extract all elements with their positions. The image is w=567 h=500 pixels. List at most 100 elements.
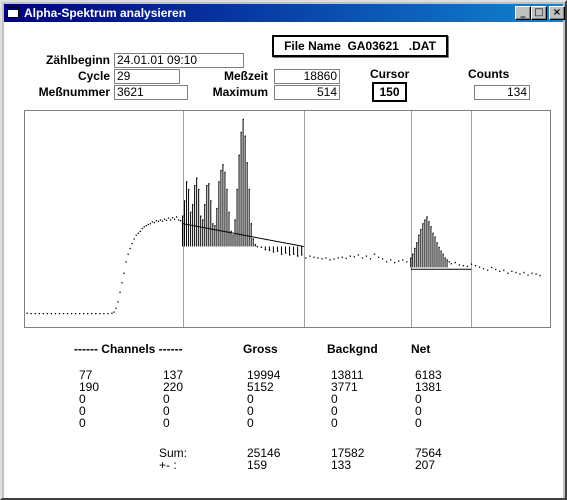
data-point-172 — [535, 273, 537, 275]
data-point-147 — [442, 253, 444, 255]
data-point-123 — [377, 256, 380, 258]
data-point-18 — [99, 312, 101, 315]
maximize-button[interactable]: □ — [531, 6, 547, 20]
messnummer-field: 3621 — [114, 85, 188, 100]
app-window: Alpha-Spektrum analysieren _ □ × File Na… — [0, 0, 567, 500]
error-net: 207 — [415, 458, 436, 472]
data-point-173 — [539, 274, 541, 277]
data-point-131 — [410, 257, 412, 259]
data-point-130 — [406, 261, 408, 263]
data-point-106 — [309, 255, 311, 257]
data-point-157 — [474, 265, 477, 267]
data-point-20 — [107, 312, 109, 315]
maximum-field: 514 — [274, 85, 340, 100]
close-button[interactable]: × — [549, 6, 565, 20]
data-point-124 — [381, 258, 384, 260]
data-point-48 — [165, 219, 168, 221]
data-point-90 — [250, 223, 252, 225]
data-point-133 — [414, 247, 416, 250]
data-point-67 — [204, 204, 206, 206]
counts-label: Counts — [468, 67, 510, 81]
data-point-70 — [210, 200, 212, 202]
data-point-142 — [432, 232, 434, 234]
data-point-135 — [418, 234, 420, 236]
data-point-65 — [200, 215, 202, 217]
data-point-47 — [163, 218, 166, 220]
data-point-145 — [438, 246, 440, 249]
cursor-field[interactable]: 150 — [372, 82, 407, 102]
data-point-69 — [208, 183, 210, 185]
data-point-28 — [125, 261, 127, 263]
data-point-101 — [289, 254, 291, 256]
data-point-29 — [127, 253, 129, 255]
data-point-1 — [30, 312, 32, 315]
data-point-41 — [151, 221, 154, 223]
data-point-156 — [470, 263, 473, 265]
data-point-122 — [373, 253, 376, 255]
data-point-53 — [175, 216, 178, 218]
data-point-37 — [143, 226, 145, 228]
data-point-25 — [119, 291, 121, 293]
data-point-99 — [280, 253, 283, 255]
data-point-109 — [321, 258, 323, 260]
data-point-158 — [478, 266, 481, 268]
spectrum-chart[interactable] — [25, 111, 550, 327]
data-point-88 — [246, 162, 248, 164]
data-point-78 — [226, 188, 228, 191]
data-point-62 — [194, 185, 196, 187]
data-point-15 — [87, 312, 89, 315]
data-point-116 — [349, 255, 351, 257]
data-point-61 — [192, 204, 194, 206]
data-point-134 — [416, 242, 418, 244]
client-area: File Name GA03621 .DAT Zählbeginn 24.01.… — [4, 22, 563, 498]
data-point-140 — [428, 221, 430, 223]
data-point-35 — [139, 230, 141, 233]
minimize-button[interactable]: _ — [515, 6, 531, 20]
filename-value: GA03621 .DAT — [347, 39, 436, 53]
data-point-64 — [198, 188, 200, 191]
data-point-82 — [234, 219, 236, 221]
data-point-22 — [113, 311, 115, 313]
data-point-153 — [458, 264, 460, 266]
header-net: Net — [411, 342, 431, 356]
spectrum-plot[interactable] — [24, 110, 551, 328]
window-title: Alpha-Spektrum analysieren — [24, 6, 187, 20]
data-point-128 — [398, 260, 400, 262]
data-point-77 — [224, 171, 226, 174]
data-point-97 — [272, 251, 275, 253]
data-point-171 — [531, 272, 533, 274]
data-point-11 — [70, 312, 73, 315]
data-point-125 — [385, 261, 388, 263]
data-point-85 — [240, 131, 242, 134]
data-point-21 — [111, 312, 113, 314]
data-point-80 — [230, 230, 232, 233]
row-5-net: 0 — [415, 416, 422, 430]
data-point-96 — [268, 249, 271, 252]
data-point-143 — [434, 236, 436, 238]
data-point-54 — [177, 219, 180, 221]
data-point-94 — [260, 246, 263, 249]
title-bar[interactable]: Alpha-Spektrum analysieren _ □ × — [4, 4, 565, 22]
data-point-129 — [402, 259, 404, 261]
data-point-6 — [50, 312, 53, 315]
data-point-119 — [361, 257, 364, 259]
filename-label: File Name — [284, 39, 341, 53]
data-point-24 — [117, 301, 119, 303]
data-point-152 — [454, 261, 456, 264]
data-point-43 — [155, 220, 158, 222]
data-point-73 — [216, 207, 218, 210]
data-point-102 — [293, 253, 295, 255]
data-point-104 — [301, 254, 303, 256]
messzeit-field: 18860 — [274, 69, 340, 84]
data-point-108 — [317, 257, 319, 259]
data-point-7 — [54, 312, 57, 315]
data-point-161 — [491, 266, 493, 269]
data-point-138 — [424, 219, 426, 221]
data-point-4 — [42, 312, 44, 315]
data-point-113 — [337, 257, 339, 259]
data-point-146 — [440, 250, 442, 252]
row-5-channel-to: 0 — [163, 416, 170, 430]
data-point-42 — [153, 221, 156, 224]
messzeit-label: Meßzeit — [223, 69, 268, 83]
data-point-132 — [412, 253, 414, 255]
